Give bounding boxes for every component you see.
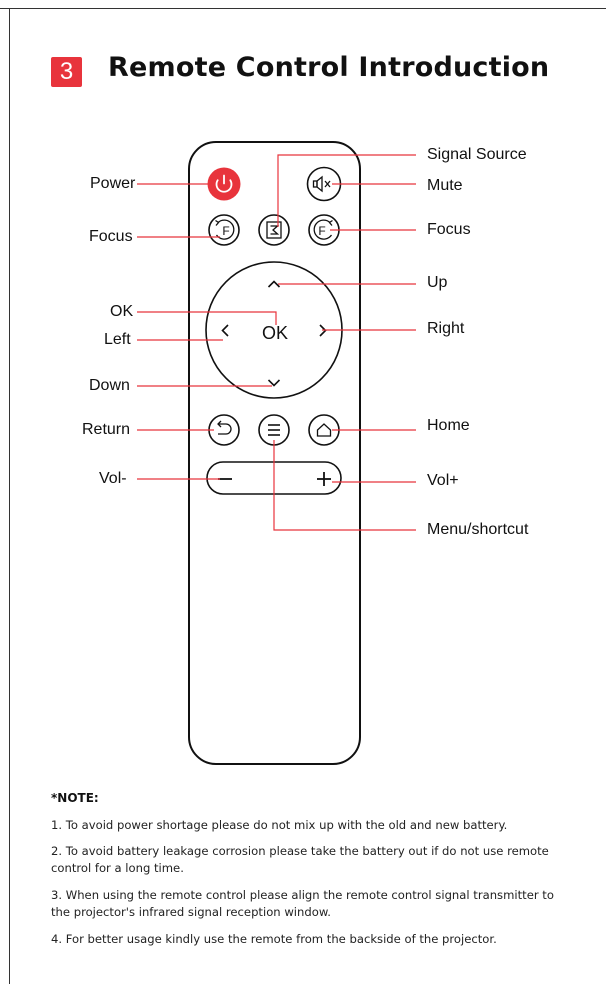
label-menu-shortcut: Menu/shortcut: [427, 521, 529, 538]
focus-letter-left: F: [222, 224, 229, 238]
note-item-2: 2. To avoid battery leakage corrosion pl…: [51, 844, 549, 875]
label-right: Right: [427, 320, 465, 337]
note-heading: *NOTE:: [51, 791, 99, 805]
label-vol-plus: Vol+: [427, 472, 459, 489]
label-focus-right: Focus: [427, 221, 471, 238]
label-focus-left: Focus: [89, 228, 133, 245]
signal-source-button: [258, 214, 290, 246]
focus-letter-right: F: [318, 224, 325, 238]
dpad: OK: [205, 261, 343, 399]
label-vol-minus: Vol-: [99, 470, 127, 487]
note-item-3: 3. When using the remote control please …: [51, 888, 554, 919]
label-down: Down: [89, 377, 130, 394]
label-home: Home: [427, 417, 470, 434]
note-item-1: 1. To avoid power shortage please do not…: [51, 818, 508, 832]
ok-button-text: OK: [262, 323, 288, 343]
label-mute: Mute: [427, 177, 463, 194]
label-up: Up: [427, 274, 448, 291]
label-return: Return: [82, 421, 131, 438]
label-ok: OK: [110, 303, 134, 320]
note-item-4: 4. For better usage kindly use the remot…: [51, 932, 497, 946]
label-power: Power: [90, 175, 136, 192]
focus-minus-button: F: [208, 214, 240, 246]
label-left: Left: [104, 331, 131, 348]
label-signal-source: Signal Source: [427, 146, 527, 163]
power-button: [207, 167, 241, 201]
